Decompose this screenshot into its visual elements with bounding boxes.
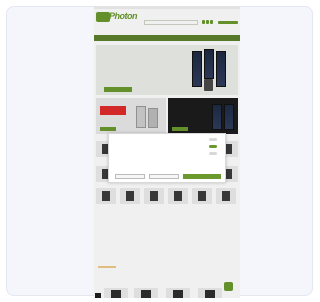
cookie-accept-button[interactable] (183, 174, 221, 179)
cookie-consent-dialog (108, 133, 226, 183)
cookie-option-toggle[interactable] (209, 145, 217, 148)
cookie-option-toggle[interactable] (209, 152, 217, 155)
webpage-screenshot: Photon (94, 6, 240, 298)
cookie-option-toggle[interactable] (209, 138, 217, 141)
cookie-reject-button[interactable] (149, 174, 179, 179)
cookie-save-settings-button[interactable] (115, 174, 145, 179)
